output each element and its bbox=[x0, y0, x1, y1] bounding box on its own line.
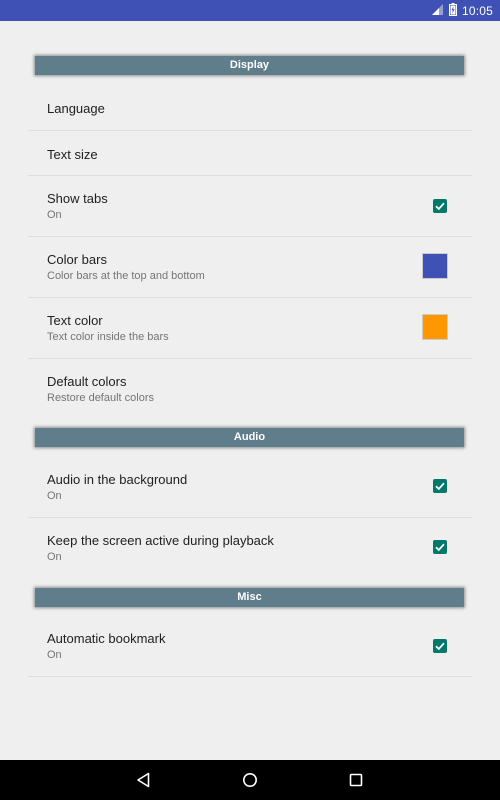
pref-language[interactable]: Language bbox=[28, 84, 472, 131]
text-color-swatch[interactable] bbox=[423, 315, 447, 339]
back-icon[interactable] bbox=[134, 770, 154, 790]
checkmark-icon bbox=[435, 642, 445, 651]
pref-text-size[interactable]: Text size bbox=[28, 131, 472, 176]
section-header-audio: Audio bbox=[35, 428, 464, 447]
recents-icon[interactable] bbox=[346, 770, 366, 790]
pref-title: Text size bbox=[47, 147, 98, 162]
pref-summary: On bbox=[47, 551, 62, 563]
pref-automatic-bookmark[interactable]: Automatic bookmark On bbox=[28, 616, 472, 677]
home-icon[interactable] bbox=[240, 770, 260, 790]
keep-screen-active-checkbox[interactable] bbox=[433, 540, 447, 554]
audio-background-checkbox[interactable] bbox=[433, 479, 447, 493]
pref-title: Audio in the background bbox=[47, 472, 188, 487]
section-header-display: Display bbox=[35, 56, 464, 75]
signal-icon bbox=[431, 3, 444, 18]
pref-audio-background[interactable]: Audio in the background On bbox=[28, 457, 472, 518]
pref-summary: Restore default colors bbox=[47, 392, 154, 404]
navigation-bar bbox=[0, 760, 500, 800]
pref-color-bars[interactable]: Color bars Color bars at the top and bot… bbox=[28, 237, 472, 298]
checkmark-icon bbox=[435, 202, 445, 211]
pref-summary: Color bars at the top and bottom bbox=[47, 270, 205, 282]
show-tabs-checkbox[interactable] bbox=[433, 199, 447, 213]
pref-default-colors[interactable]: Default colors Restore default colors bbox=[28, 359, 472, 419]
pref-title: Color bars bbox=[47, 252, 107, 267]
pref-title: Text color bbox=[47, 313, 103, 328]
pref-summary: On bbox=[47, 649, 62, 661]
pref-title: Automatic bookmark bbox=[47, 631, 166, 646]
status-time: 10:05 bbox=[461, 3, 493, 18]
pref-title: Language bbox=[47, 101, 105, 116]
checkmark-icon bbox=[435, 482, 445, 491]
status-icons: 10:05 bbox=[431, 0, 493, 21]
pref-summary: On bbox=[47, 490, 62, 502]
section-header-misc: Misc bbox=[35, 588, 464, 607]
automatic-bookmark-checkbox[interactable] bbox=[433, 639, 447, 653]
pref-title: Show tabs bbox=[47, 191, 108, 206]
pref-keep-screen-active[interactable]: Keep the screen active during playback O… bbox=[28, 518, 472, 578]
pref-summary: Text color inside the bars bbox=[47, 331, 169, 343]
pref-show-tabs[interactable]: Show tabs On bbox=[28, 176, 472, 237]
pref-summary: On bbox=[47, 209, 62, 221]
settings-list: Display Language Text size Show tabs On … bbox=[0, 21, 500, 760]
status-bar: 10:05 bbox=[0, 0, 500, 21]
pref-title: Default colors bbox=[47, 374, 127, 389]
battery-charging-icon bbox=[448, 2, 457, 19]
pref-text-color[interactable]: Text color Text color inside the bars bbox=[28, 298, 472, 359]
pref-title: Keep the screen active during playback bbox=[47, 533, 274, 548]
color-bars-swatch[interactable] bbox=[423, 254, 447, 278]
checkmark-icon bbox=[435, 543, 445, 552]
